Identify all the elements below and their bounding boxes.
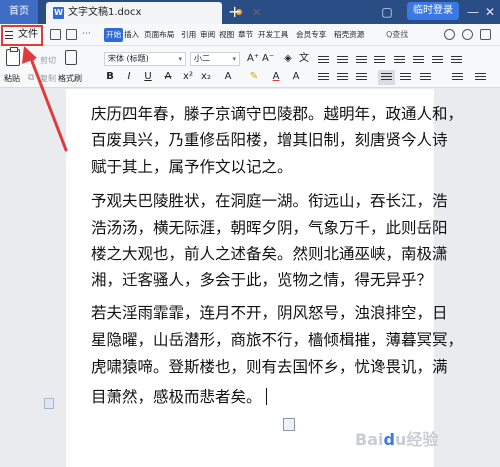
tab-developer[interactable]: 开发工具 [258,24,288,46]
cut-label[interactable]: 剪切 [40,55,56,66]
shading-icon[interactable] [452,73,463,82]
body-line-10[interactable]: 虎啸猿啼。登斯楼也，则有去国怀乡，忧谗畏讥，满 [91,355,448,381]
pinyin-icon[interactable]: 文 [298,52,310,66]
paste-label[interactable]: 粘贴 [4,73,20,84]
body-line-9[interactable]: 星隐曜，山岳潜形，商旅不行，樯倾楫摧，薄暮冥冥， [91,328,463,354]
temporary-login-button[interactable]: 临时登录 [407,2,459,20]
paragraph-handle-icon[interactable] [44,398,54,409]
body-line-7[interactable]: 湘，迁客骚人，多会于此，览物之情，得无异乎？ [91,268,432,294]
align-right-icon[interactable] [356,73,367,82]
menu-bar: 文件 ⋯ 开始 插入 页面布局 引用 审阅 视图 章节 开发工具 会员专享 稻壳… [0,24,500,46]
watermark-logo: Baidu经验 [355,430,439,449]
copy-label[interactable]: 复制 [40,73,56,84]
tab-section[interactable]: 章节 [238,24,253,46]
close-tab-icon[interactable]: ✕ [252,2,261,24]
align-left-icon[interactable] [318,73,329,82]
superscript-icon[interactable]: x² [182,70,194,84]
clear-format-icon[interactable]: ◈ [282,52,294,66]
tab-references[interactable]: 引用 [181,24,196,46]
paragraph-spacing-icon[interactable] [420,73,431,82]
collaborate-icon[interactable] [462,29,473,40]
tab-page-layout[interactable]: 页面布局 [144,24,174,46]
text-effect-icon[interactable]: A [222,70,234,84]
tab-docer-resources[interactable]: 稻壳资源 [334,24,364,46]
body-line-2[interactable]: 百废具兴，乃重修岳阳楼，增其旧制，刻唐贤今人诗 [91,128,448,154]
ribbon-toolbar: 粘贴 ✂ 剪切 ⧉ 复制 格式刷 宋体 (标题) ▾ 小二 ▾ A⁺ A⁻ ◈ … [0,46,500,88]
title-bar: 首页 W 文字文稿1.docx ✕ + ▢ 临时登录 — ✕ [0,0,500,24]
format-painter-label[interactable]: 格式刷 [58,73,82,84]
bullet-list-icon[interactable] [318,56,329,65]
paste-icon[interactable] [6,47,20,66]
font-size-select[interactable]: 小二 ▾ [190,52,240,66]
tab-review[interactable]: 审阅 [200,24,215,46]
format-painter-icon[interactable] [65,50,77,65]
distributed-align-icon[interactable] [400,73,411,82]
chinese-layout-icon[interactable] [394,56,405,65]
strikethrough-button[interactable]: A [162,70,174,84]
new-tab-button[interactable]: + [228,0,241,24]
bold-button[interactable]: B [104,70,116,84]
word-doc-icon: W [53,7,64,19]
close-window-button[interactable]: ✕ [480,0,500,24]
grow-font-button[interactable]: A⁺ [247,52,259,66]
font-name-select[interactable]: 宋体 (标题) ▾ [104,52,186,66]
highlight-icon[interactable]: ✎ [248,70,260,84]
font-size-value: 小二 [194,54,210,63]
export-pdf-icon[interactable] [66,29,77,40]
show-marks-icon[interactable] [432,56,443,65]
body-line-8[interactable]: 若夫淫雨霏霏，连月不开，阴风怒号，浊浪排空，日 [91,301,448,327]
tab-home[interactable]: 开始 [104,28,124,42]
body-line-6[interactable]: 楼之大观也，前人之述备矣。然则北通巫峡，南极潇 [91,242,448,268]
cloud-sync-icon[interactable] [444,29,455,40]
align-center-icon[interactable] [337,73,348,82]
more-quick-access-icon[interactable]: ⋯ [82,29,93,40]
cut-icon[interactable]: ✂ [28,55,36,65]
borders-icon[interactable] [475,73,486,82]
search-button[interactable]: Q查找 [386,24,408,46]
char-border-icon[interactable]: A [290,70,302,84]
document-tab-title: 文字文稿1.docx [68,7,142,18]
body-line-4[interactable]: 予观夫巴陵胜状，在洞庭一湖。衔远山，吞长江，浩 [91,189,448,215]
save-icon[interactable] [50,29,61,40]
line-spacing-icon[interactable] [451,56,462,65]
share-icon[interactable] [480,29,491,40]
shrink-font-button[interactable]: A⁻ [262,52,274,66]
increase-indent-icon[interactable] [374,56,385,65]
decrease-indent-icon[interactable] [356,56,367,65]
copy-icon[interactable]: ⧉ [28,73,34,83]
body-line-11[interactable]: 目萧然，感极而悲者矣。 [91,385,426,411]
tab-insert[interactable]: 插入 [124,24,139,46]
body-line-3[interactable]: 赋于其上，属予作文以记之。 [91,155,426,181]
chevron-down-icon: ▾ [178,55,182,63]
font-name-value: 宋体 (标题) [108,54,149,63]
window-layout-icon[interactable]: ▢ [377,0,397,24]
tab-member[interactable]: 会员专享 [296,24,326,46]
sort-icon[interactable] [413,56,424,65]
italic-button[interactable]: I [123,70,135,84]
text-cursor [265,388,268,405]
document-tab[interactable]: W 文字文稿1.docx ✕ [46,2,261,24]
font-color-button[interactable]: A [270,70,282,84]
tab-view[interactable]: 视图 [219,24,234,46]
file-menu-highlight [1,25,43,46]
paste-options-icon[interactable] [283,418,295,431]
body-line-11-text: 目萧然，感极而悲者矣。 [91,388,262,406]
chevron-down-icon: ▾ [232,55,236,63]
home-tab[interactable]: 首页 [0,0,38,24]
body-line-5[interactable]: 浩汤汤，横无际涯，朝晖夕阴，气象万千，此则岳阳 [91,216,448,242]
numbered-list-icon[interactable] [337,56,348,65]
subscript-icon[interactable]: x₂ [200,70,212,84]
align-justify-icon[interactable] [378,70,395,85]
body-line-1[interactable]: 庆历四年春，滕子京谪守巴陵郡。越明年，政通人和， [91,102,463,128]
underline-button[interactable]: U [142,70,154,84]
